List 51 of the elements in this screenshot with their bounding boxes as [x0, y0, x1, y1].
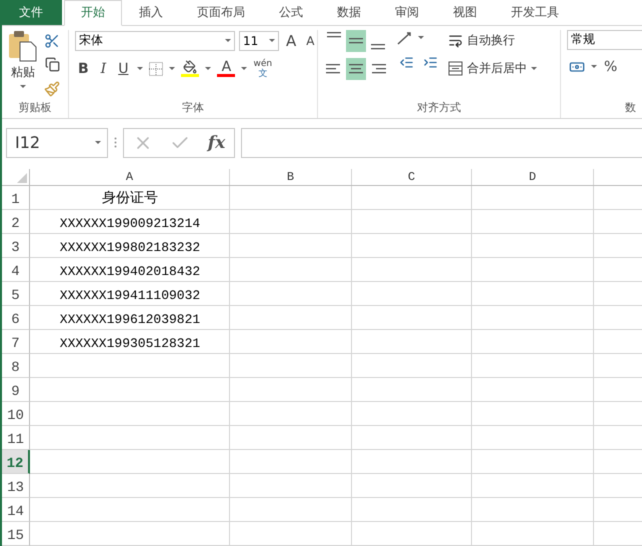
row-header[interactable]: 12 [2, 450, 30, 474]
underline-button[interactable]: U [115, 58, 132, 80]
table-cell-text: XXXXXX199612039821 [58, 311, 202, 329]
orientation-icon[interactable] [396, 30, 414, 46]
align-icon [348, 36, 364, 46]
grow-font-button[interactable]: A [283, 30, 300, 52]
align-icon [370, 42, 386, 52]
align-icon [370, 62, 386, 75]
table-cell-text: XXXXXX199402018432 [58, 263, 202, 281]
ribbon-tab[interactable]: 开始 [64, 0, 122, 26]
file-menu-tab[interactable]: 文件 [2, 0, 62, 25]
select-all-icon [17, 173, 27, 183]
bold-button[interactable]: B [75, 58, 92, 80]
phonetic-guide-button[interactable]: wén 文 [253, 58, 272, 79]
number-format-field[interactable]: 常规 [567, 30, 642, 50]
group-label: 数 [624, 100, 636, 116]
shrink-font-button[interactable]: A [303, 30, 318, 52]
wrap-text-button[interactable]: 自动换行 [448, 30, 537, 52]
table-cell-text: XXXXXX199802183232 [58, 239, 202, 257]
column-header[interactable]: D [472, 169, 594, 185]
merge-cells-icon [448, 61, 463, 76]
wrap-text-icon [448, 33, 463, 48]
merge-center-button[interactable]: 合并后居中 [448, 58, 537, 80]
font-size-field[interactable]: 11 [239, 30, 279, 51]
fill-color-button[interactable] [181, 60, 200, 78]
insert-function-button[interactable]: fx [208, 132, 226, 153]
grip-icon [114, 137, 117, 148]
font-name-field[interactable]: 宋体 [75, 30, 235, 51]
font-color-button[interactable]: A [217, 60, 236, 78]
align-icon [326, 62, 342, 75]
column-header[interactable]: B [230, 169, 352, 185]
clipboard-icon [8, 30, 38, 62]
table-cell-text: XXXXXX199009213214 [58, 215, 202, 233]
horizontal-align-button[interactable] [346, 58, 366, 80]
group-label: 剪贴板 [18, 100, 52, 116]
align-icon [326, 30, 342, 40]
column-header[interactable]: C [352, 169, 472, 185]
borders-icon [149, 62, 164, 76]
align-icon [348, 62, 364, 75]
group-label: 字体 [181, 100, 205, 116]
vertical-align-button[interactable] [346, 30, 366, 52]
table-cell-text: XXXXXX199305128321 [58, 335, 202, 353]
table-cell-text: XXXXXX199411109032 [58, 287, 202, 305]
percent-button[interactable]: % [601, 56, 620, 78]
italic-button[interactable]: I [98, 58, 110, 80]
formula-input[interactable] [241, 128, 642, 158]
group-label: 对齐方式 [416, 100, 462, 116]
name-box[interactable]: I12 [6, 128, 108, 158]
paste-button[interactable]: 粘贴 [11, 64, 35, 88]
table-cell-text: 身份证号 [101, 189, 159, 208]
column-header[interactable]: A [30, 169, 230, 185]
